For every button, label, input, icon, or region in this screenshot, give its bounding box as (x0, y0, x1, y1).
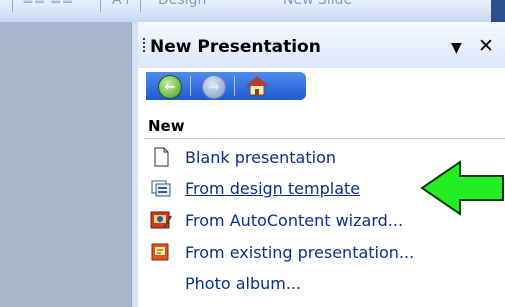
toolbar-overflow-button[interactable] (491, 0, 505, 22)
toolbar-button[interactable]: ≡≡ ≡≡ (22, 0, 73, 8)
toolbar-separator (140, 0, 141, 12)
item-label: Blank presentation (185, 147, 336, 167)
nav-separator (190, 76, 191, 96)
design-template-icon (150, 178, 172, 198)
task-pane-nav: ← → (146, 72, 306, 100)
from-design-template-link[interactable]: From design template (150, 177, 360, 199)
blank-presentation-link[interactable]: Blank presentation (150, 146, 336, 168)
task-pane-title: New Presentation (150, 37, 321, 57)
existing-presentation-icon (150, 242, 172, 262)
nav-separator (234, 76, 235, 96)
dropdown-triangle-icon[interactable]: ▼ (451, 40, 462, 56)
item-label: Photo album... (185, 273, 302, 293)
section-divider (144, 138, 505, 139)
home-icon[interactable] (245, 75, 269, 97)
from-autocontent-wizard-link[interactable]: From AutoContent wizard... (150, 209, 403, 231)
autocontent-wizard-icon (150, 210, 172, 230)
item-label: From existing presentation... (185, 242, 415, 262)
toolbar-separator (100, 0, 101, 12)
drag-handle[interactable] (143, 38, 145, 54)
new-slide-button[interactable]: New Slide (283, 0, 352, 8)
task-pane-header: New Presentation ▼ ✕ (138, 22, 505, 68)
toolbar: ≡≡ ≡≡ A↑ Design New Slide (0, 0, 505, 23)
slide-pane[interactable] (0, 22, 131, 307)
toolbar-separator (12, 0, 13, 12)
blank-page-icon (150, 147, 172, 167)
photo-album-link[interactable]: Photo album... (150, 272, 301, 294)
toolbar-button[interactable]: A↑ (112, 0, 133, 8)
from-existing-presentation-link[interactable]: From existing presentation... (150, 241, 414, 263)
item-label: From AutoContent wizard... (185, 210, 404, 230)
item-icon-placeholder (150, 273, 172, 293)
item-label: From design template (185, 178, 361, 198)
section-title-new: New (148, 117, 185, 135)
back-arrow-icon[interactable]: ← (158, 75, 182, 99)
design-button[interactable]: Design (158, 0, 206, 8)
green-pointer-arrow-icon (420, 160, 504, 216)
close-icon[interactable]: ✕ (478, 35, 494, 57)
forward-arrow-icon[interactable]: → (202, 75, 226, 99)
